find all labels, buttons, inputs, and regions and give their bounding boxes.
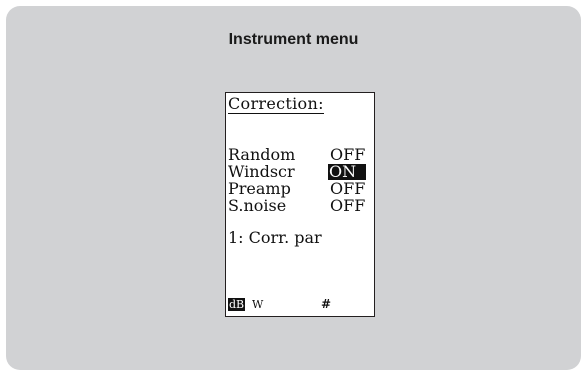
status-bar: dB W # — [228, 298, 372, 312]
setting-row-self-noise[interactable]: S.noise OFF — [228, 198, 372, 214]
page-title: Instrument menu — [228, 31, 359, 48]
setting-value: OFF — [330, 179, 366, 198]
setting-label: S.noise — [228, 196, 287, 215]
setting-label: Random — [228, 145, 296, 164]
instrument-display: Correction: Random OFF Windscr ON Preamp… — [225, 92, 375, 317]
submenu-item-corr-par[interactable]: 1: Corr. par — [228, 230, 322, 246]
setting-row-preamp[interactable]: Preamp OFF — [228, 181, 372, 197]
weighting-indicator: W — [252, 298, 264, 311]
setting-row-windscreen[interactable]: Windscr ON — [228, 164, 372, 180]
setting-value: OFF — [330, 196, 366, 215]
hash-indicator: # — [321, 297, 332, 311]
unit-indicator: dB — [228, 298, 246, 311]
setting-label: Windscr — [228, 162, 295, 181]
setting-row-random[interactable]: Random OFF — [228, 147, 372, 163]
setting-value-selected: ON — [328, 164, 367, 180]
setting-label: Preamp — [228, 179, 291, 198]
display-heading: Correction: — [228, 94, 324, 114]
setting-value: OFF — [330, 145, 366, 164]
